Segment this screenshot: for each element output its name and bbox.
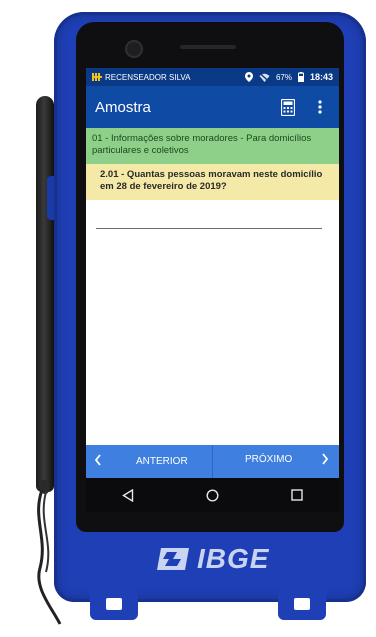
home-icon: [206, 488, 219, 502]
front-camera: [125, 40, 143, 58]
status-bar: RECENSEADOR SILVA 67% 18:43: [86, 68, 339, 86]
back-icon: [122, 488, 134, 502]
census-app-icon: [92, 73, 102, 81]
app-toolbar: Amostra: [86, 86, 339, 128]
overflow-menu-button[interactable]: [309, 96, 331, 118]
question-text: 2.01 - Quantas pessoas moravam neste dom…: [86, 164, 339, 200]
calculator-icon: [281, 98, 295, 116]
status-user-label: RECENSEADOR SILVA: [105, 72, 191, 82]
stylus: [36, 96, 54, 492]
battery-percent: 67%: [275, 72, 292, 82]
status-time: 18:43: [309, 72, 333, 82]
device-foot-right: [278, 590, 326, 620]
next-button[interactable]: PRÓXIMO: [213, 445, 339, 478]
chevron-right-icon: [322, 453, 329, 465]
more-vert-icon: [318, 100, 322, 114]
previous-label: ANTERIOR: [136, 456, 188, 467]
system-back-button[interactable]: [116, 483, 140, 507]
system-home-button[interactable]: [200, 483, 224, 507]
chevron-left-icon: [94, 454, 101, 466]
location-icon: [244, 72, 253, 82]
ibge-logo-text: IBGE: [197, 543, 270, 574]
calculator-button[interactable]: [277, 96, 299, 118]
wifi-off-icon: [259, 72, 270, 82]
system-recents-button[interactable]: [285, 483, 309, 507]
next-label: PRÓXIMO: [245, 454, 293, 465]
app-screen: RECENSEADOR SILVA 67% 18:43 Amostra 01 -…: [86, 68, 339, 512]
device-foot-left: [90, 590, 138, 620]
recents-icon: [291, 489, 303, 501]
answer-area: [86, 200, 339, 450]
ibge-logo: IBGE: [155, 544, 269, 574]
earpiece-speaker: [180, 45, 236, 49]
section-header: 01 - Informações sobre moradores - Para …: [86, 128, 339, 164]
previous-button[interactable]: ANTERIOR: [86, 445, 213, 478]
ibge-logo-mark-icon: [157, 548, 189, 570]
page-title: Amostra: [95, 98, 151, 116]
system-navigation-bar: [86, 478, 339, 512]
question-navigation: ANTERIOR PRÓXIMO: [86, 445, 339, 478]
battery-icon: [297, 72, 304, 82]
answer-input[interactable]: [96, 216, 322, 229]
stylus-tip: [41, 480, 49, 494]
